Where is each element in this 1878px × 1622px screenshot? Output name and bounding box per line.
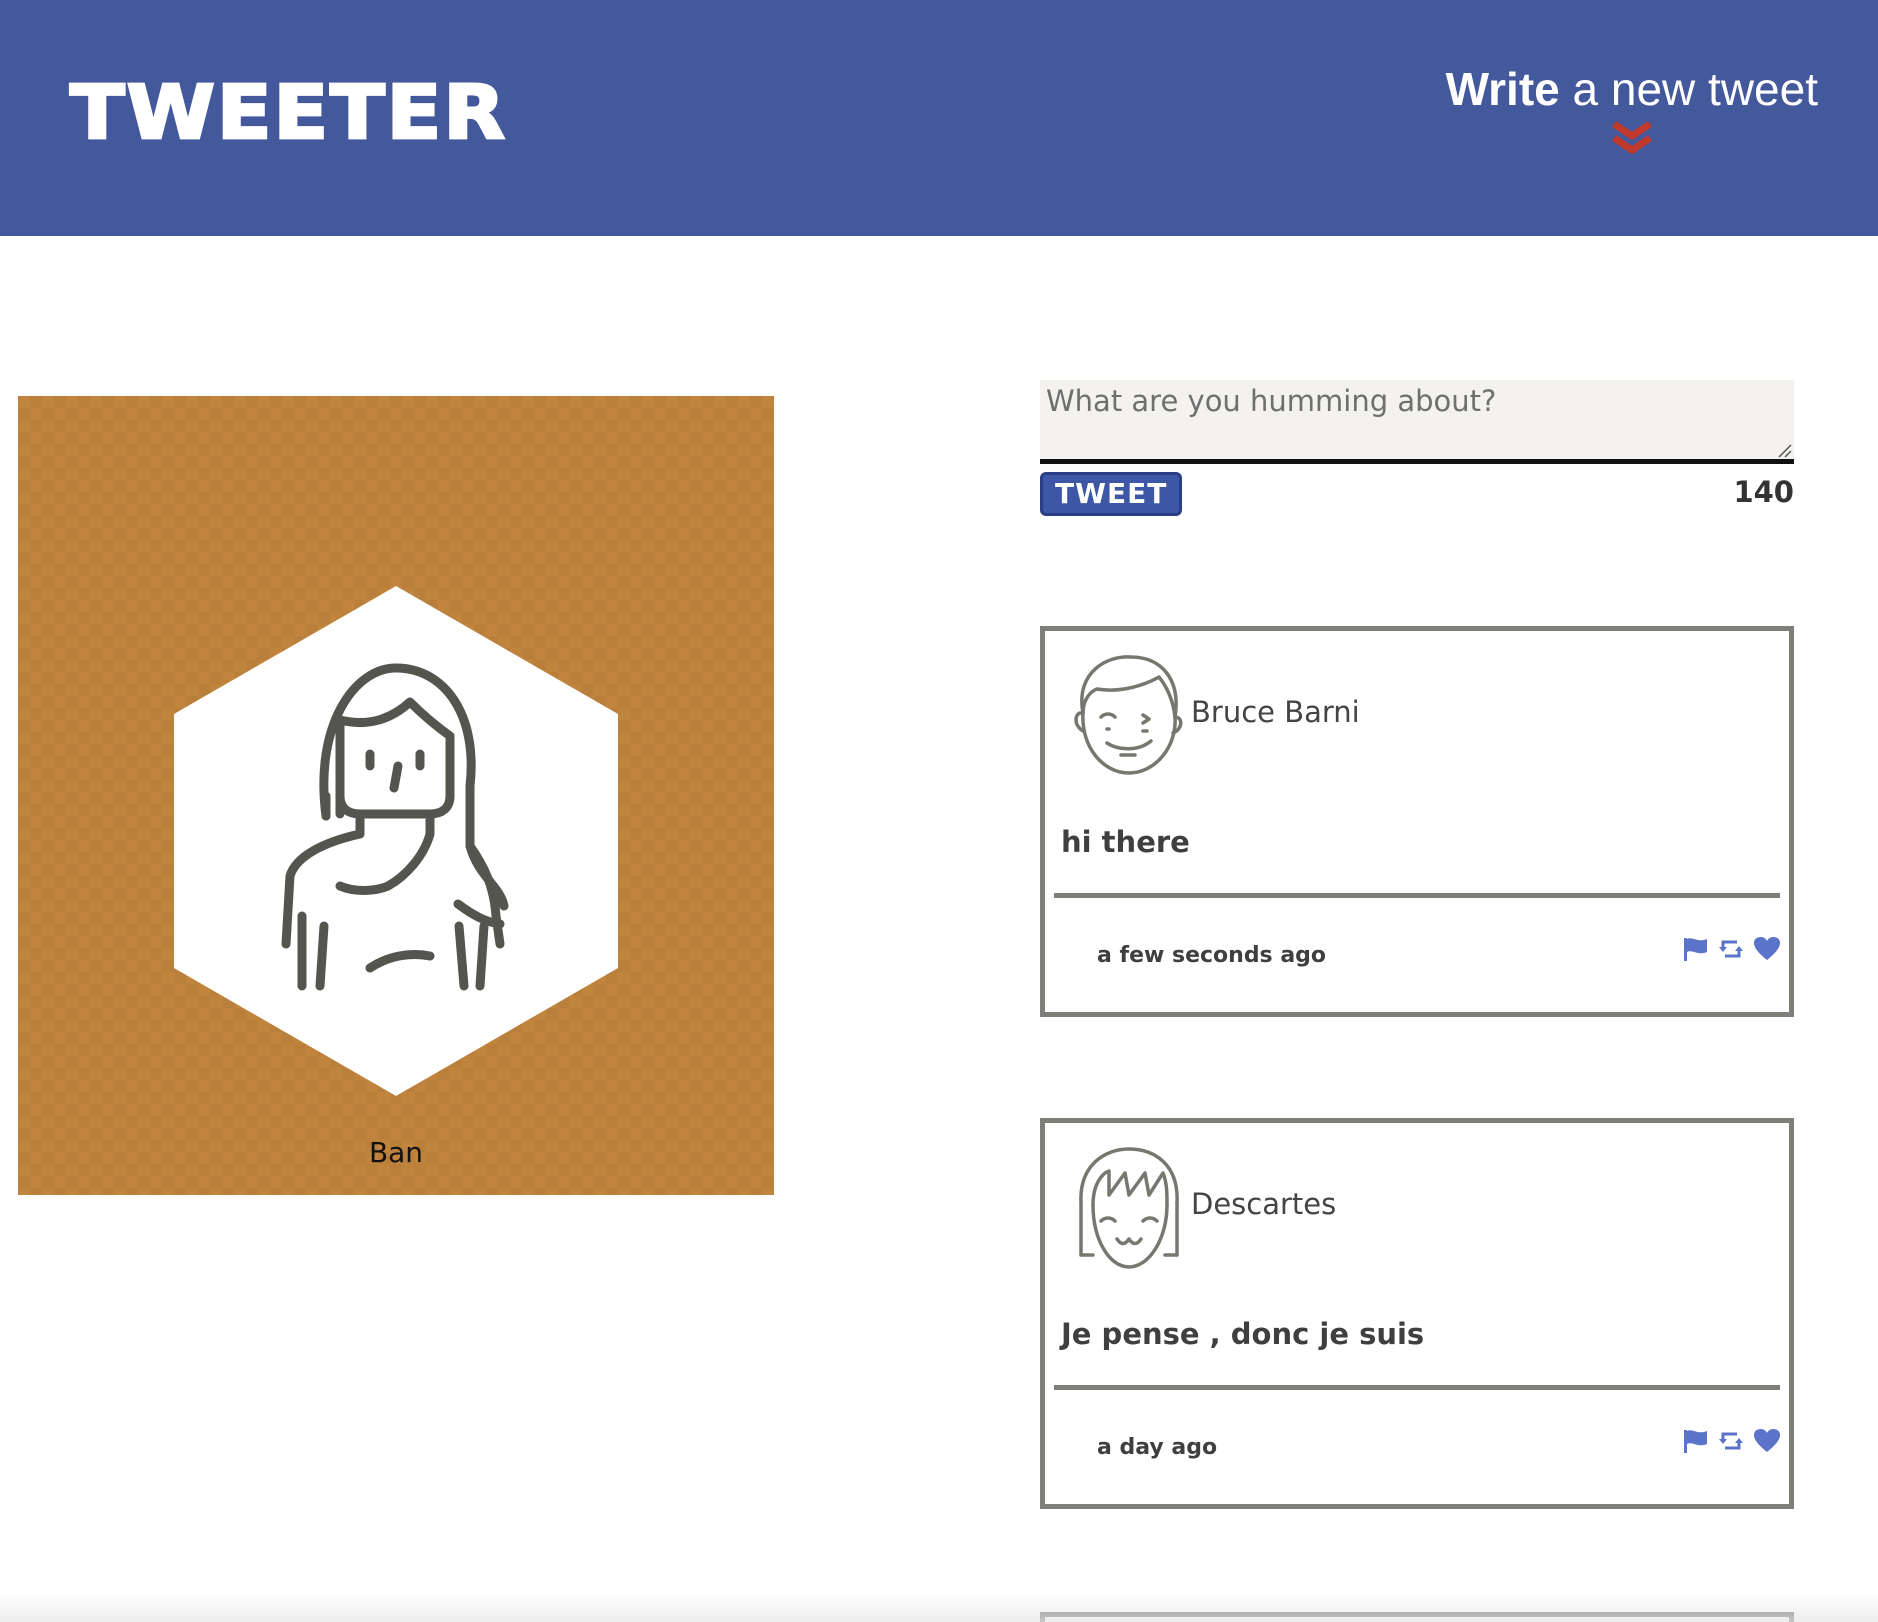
write-new-tweet-label[interactable]: Write a new tweet (1446, 60, 1818, 118)
write-new-tweet-label-rest: a new tweet (1559, 63, 1819, 115)
tweet-textarea[interactable] (1040, 380, 1794, 464)
tweet-author: Descartes (1191, 1187, 1337, 1221)
flag-icon[interactable] (1681, 935, 1709, 963)
retweet-icon[interactable] (1717, 935, 1745, 963)
write-new-tweet-toggle[interactable]: Write a new tweet (1446, 60, 1818, 156)
resize-handle-icon[interactable] (1776, 442, 1792, 458)
tweet-content: Je pense , donc je suis (1061, 1317, 1425, 1351)
tweet-divider (1054, 893, 1780, 898)
tweet-divider (1054, 1385, 1780, 1390)
composer-footer: TWEET 140 (1040, 472, 1794, 522)
flag-icon[interactable] (1681, 1427, 1709, 1455)
tweet-actions (1681, 935, 1781, 963)
tweet-card-partial (1040, 1612, 1794, 1622)
profile-avatar (174, 586, 618, 1096)
profile-card: Ban (18, 396, 774, 1195)
profile-name: Ban (368, 1136, 424, 1169)
tweet-card: Bruce Barni hi there a few seconds ago (1040, 626, 1794, 1017)
man-avatar-icon (1074, 655, 1183, 775)
tweet-actions (1681, 1427, 1781, 1455)
heart-icon[interactable] (1753, 935, 1781, 963)
tweet-timestamp: a few seconds ago (1097, 943, 1327, 968)
new-tweet-form: TWEET 140 (1040, 380, 1794, 522)
top-navbar: TWEETER Write a new tweet (0, 0, 1878, 236)
tweet-timestamp: a day ago (1097, 1435, 1218, 1460)
char-counter: 140 (1733, 475, 1794, 509)
retweet-icon[interactable] (1717, 1427, 1745, 1455)
girl-avatar-icon (1079, 1147, 1179, 1269)
tweet-author: Bruce Barni (1191, 695, 1360, 729)
app-logo: TWEETER (69, 70, 507, 156)
tweet-content: hi there (1061, 825, 1190, 859)
tweet-card: Descartes Je pense , donc je suis a day … (1040, 1118, 1794, 1509)
tweet-submit-button[interactable]: TWEET (1040, 472, 1183, 516)
write-new-tweet-label-word1: Write (1445, 63, 1560, 115)
double-chevron-down-icon[interactable] (1610, 120, 1654, 156)
heart-icon[interactable] (1753, 1427, 1781, 1455)
